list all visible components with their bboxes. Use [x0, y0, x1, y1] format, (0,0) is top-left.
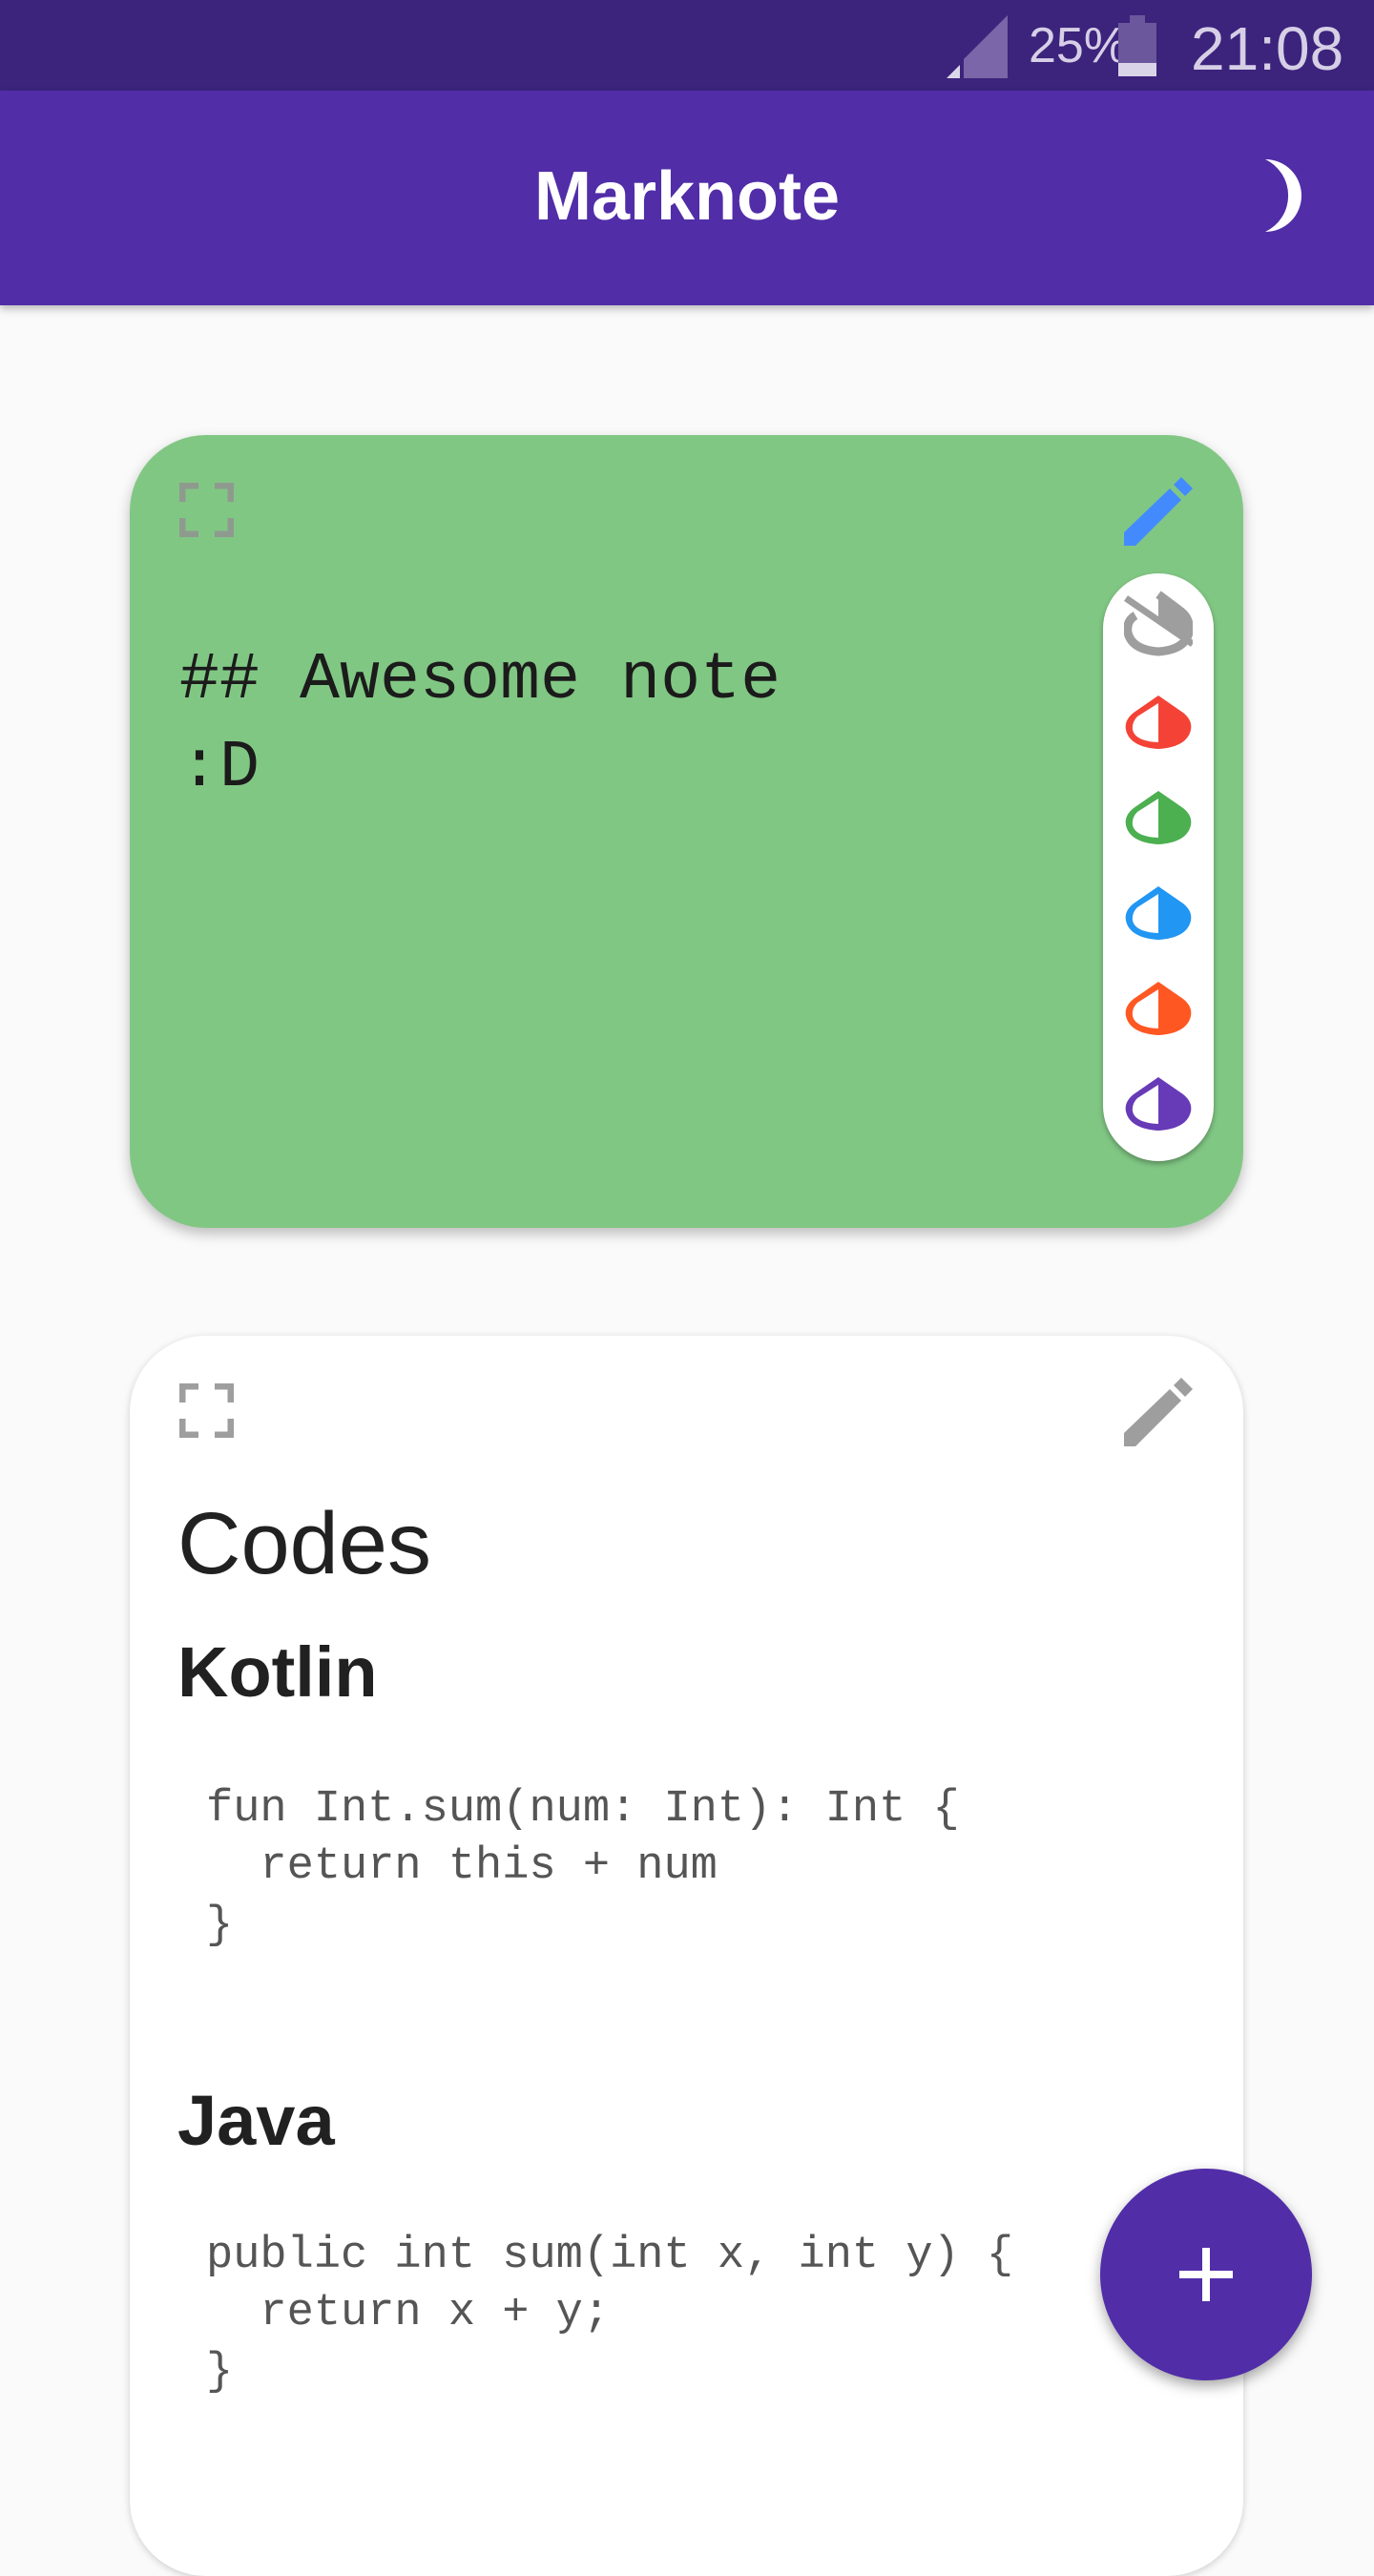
drop-orange-icon[interactable]	[1124, 970, 1193, 1047]
code-line: public int sum(int x, int y) {	[206, 2231, 1014, 2281]
drop-purple-icon[interactable]	[1124, 1066, 1193, 1142]
signal-icon	[947, 15, 1008, 78]
section-title: Java	[177, 2081, 335, 2160]
app-bar: Marknote	[0, 91, 1374, 305]
note-card[interactable]: Codes Kotlin fun Int.sum(num: Int): Int …	[130, 1336, 1243, 2576]
code-line: }	[206, 1901, 234, 1951]
note-card[interactable]: ## Awesome note :D	[130, 435, 1243, 1228]
drop-red-icon[interactable]	[1124, 684, 1193, 760]
app-title: Marknote	[533, 158, 841, 235]
code-line: fun Int.sum(num: Int): Int {	[206, 1784, 960, 1835]
expand-icon[interactable]	[179, 483, 234, 537]
no-color-icon[interactable]	[1124, 591, 1193, 667]
battery-percent: 25%	[1029, 18, 1129, 73]
note-text-line: :D	[179, 731, 260, 806]
drop-green-icon[interactable]	[1124, 779, 1193, 856]
edit-icon[interactable]	[1122, 1376, 1195, 1448]
battery-icon	[1118, 15, 1156, 76]
code-line: return this + num	[206, 1841, 718, 1892]
note-text-line: ## Awesome note	[179, 643, 781, 718]
plus-icon	[1179, 2248, 1233, 2301]
code-line: return x + y;	[206, 2288, 611, 2338]
drop-blue-icon[interactable]	[1124, 875, 1193, 951]
moon-icon[interactable]	[1256, 157, 1313, 234]
code-line: }	[206, 2347, 234, 2398]
note-heading: Codes	[177, 1495, 431, 1592]
add-note-button[interactable]	[1100, 2169, 1312, 2380]
expand-icon[interactable]	[179, 1383, 234, 1438]
edit-icon[interactable]	[1122, 475, 1195, 548]
clock: 21:08	[1191, 14, 1344, 83]
status-bar: 25% 21:08	[0, 0, 1374, 91]
color-palette	[1103, 573, 1214, 1161]
section-title: Kotlin	[177, 1632, 378, 1712]
